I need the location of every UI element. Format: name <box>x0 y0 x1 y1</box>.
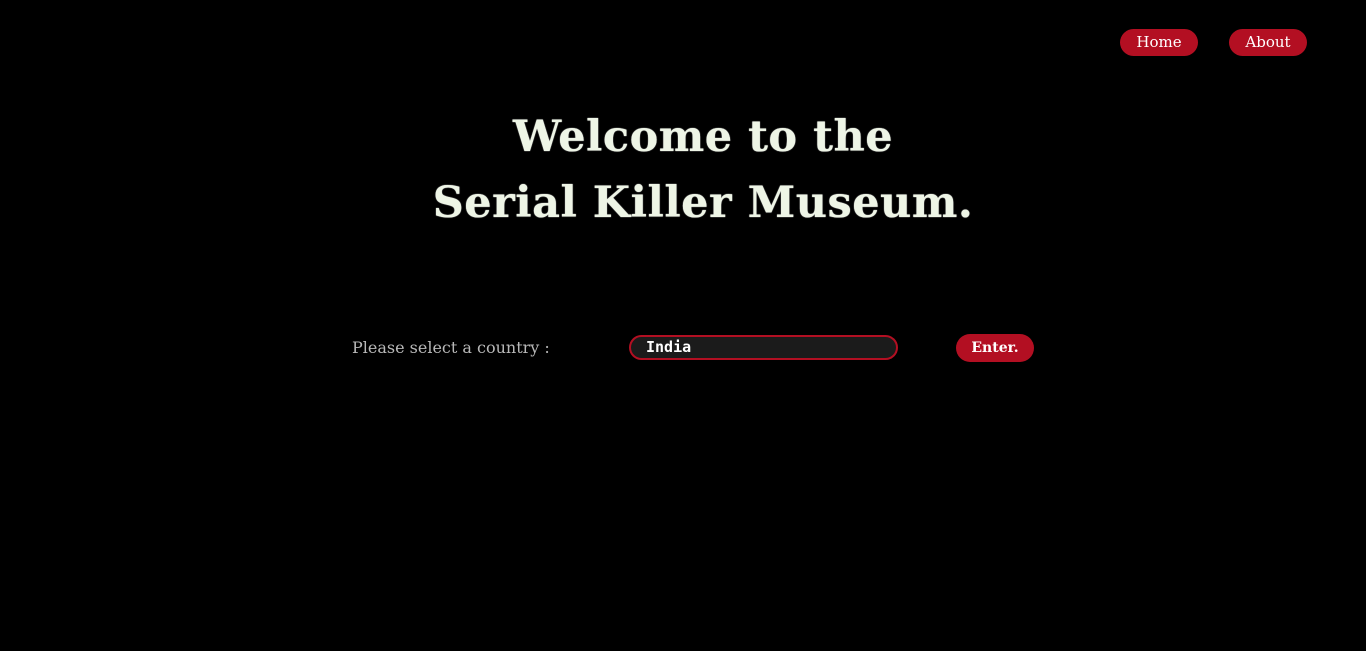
home-button[interactable]: Home <box>1120 29 1198 56</box>
country-select-label: Please select a country : <box>352 338 550 357</box>
about-button[interactable]: About <box>1229 29 1307 56</box>
page-title: Welcome to the Serial Killer Museum. <box>383 104 1023 236</box>
title-line-1: Welcome to the <box>512 112 894 162</box>
page: Home About Welcome to the Serial Killer … <box>0 0 1366 651</box>
enter-button[interactable]: Enter. <box>956 334 1034 362</box>
country-field[interactable]: India <box>629 335 898 360</box>
title-line-2: Serial Killer Museum. <box>432 178 974 228</box>
